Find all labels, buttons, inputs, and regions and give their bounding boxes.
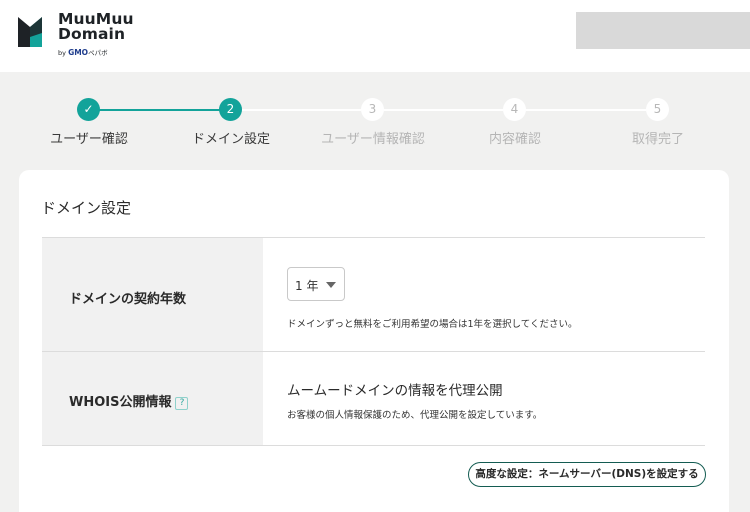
muumuu-logo[interactable]: MuuMuu Domain by GMOペパボ <box>16 11 136 61</box>
help-icon[interactable]: ? <box>175 397 189 410</box>
logo-gmo: GMO <box>68 48 89 57</box>
step-3-label: ユーザー情報確認 <box>321 132 425 147</box>
contract-years-row: ドメインの契約年数 1 年 ドメインずっと無料をご利用希望の場合は1年を選択して… <box>42 237 705 351</box>
domain-settings-card: ドメイン設定 ドメインの契約年数 1 年 ドメインずっと無料をご利用希望の場合は… <box>19 170 729 512</box>
step-connector-3 <box>384 109 503 111</box>
contract-years-help: ドメインずっと無料をご利用希望の場合は1年を選択してください。 <box>287 319 578 330</box>
step-4-label: 内容確認 <box>488 132 541 147</box>
muumuu-logo-mark-icon <box>18 17 42 47</box>
step-5-circle: 5 <box>646 98 669 121</box>
step-5-label: 取得完了 <box>631 132 684 147</box>
card-title: ドメイン設定 <box>41 199 132 217</box>
contract-years-label: ドメインの契約年数 <box>69 292 187 307</box>
contract-years-label-cell: ドメインの契約年数 <box>42 238 263 351</box>
contract-years-value: 1 年 <box>295 279 319 293</box>
whois-label-cell: WHOIS公開情報? <box>42 352 263 445</box>
step-1-label: ユーザー確認 <box>50 132 128 147</box>
step-2-label: ドメイン設定 <box>191 132 270 147</box>
whois-row: WHOIS公開情報? ムームードメインの情報を代理公開 お客様の個人情報保護のた… <box>42 351 705 446</box>
whois-value: ムームードメインの情報を代理公開 <box>287 383 503 399</box>
step-connector-2 <box>242 109 361 111</box>
site-header: MuuMuu Domain by GMOペパボ <box>0 0 750 72</box>
logo-pepabo: ペパボ <box>88 49 108 57</box>
header-placeholder-box <box>576 12 750 49</box>
step-connector-4 <box>526 109 646 111</box>
whois-label-wrap: WHOIS公開情報? <box>69 391 189 410</box>
contract-years-select[interactable]: 1 年 <box>287 267 345 301</box>
step-2-circle: 2 <box>219 98 242 121</box>
logo-line-2: Domain <box>58 25 126 43</box>
whois-description: お客様の個人情報保護のため、代理公開を設定しています。 <box>287 410 543 421</box>
step-3-circle: 3 <box>361 98 384 121</box>
step-4-circle: 4 <box>503 98 526 121</box>
logo-byline: by GMOペパボ <box>58 47 108 57</box>
dns-settings-button[interactable]: 高度な設定：ネームサーバー(DNS)を設定する <box>468 462 706 487</box>
step-connector-1 <box>99 109 220 111</box>
whois-label: WHOIS公開情報 <box>69 395 172 410</box>
chevron-down-icon <box>326 282 336 288</box>
progress-stepper: ✓ ユーザー確認 2 ドメイン設定 3 ユーザー情報確認 4 内容確認 5 取得… <box>0 96 750 156</box>
logo-by: by <box>58 49 66 57</box>
logo-wordmark: MuuMuu Domain <box>58 11 134 43</box>
step-1-check-icon: ✓ <box>77 98 100 121</box>
